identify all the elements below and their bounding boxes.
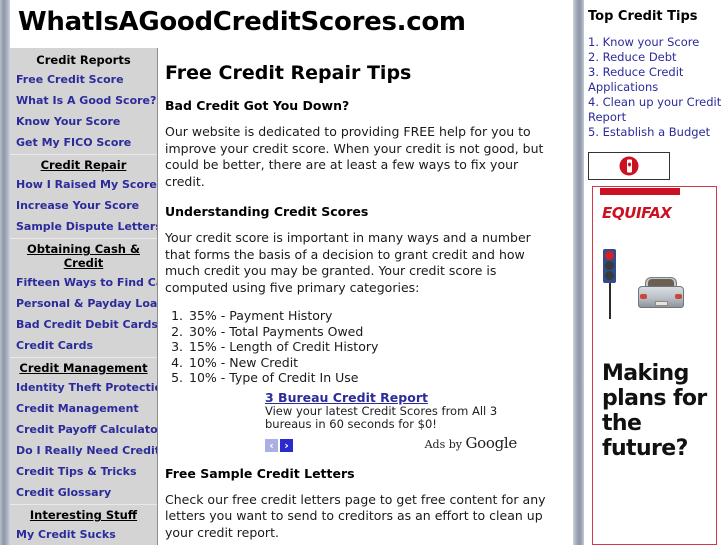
score-factor-item: 35% - Payment History [187, 308, 559, 324]
score-factor-item: 10% - New Credit [187, 355, 559, 371]
sidebar-section-heading-label: Credit Reports [36, 53, 131, 67]
credit-tip-item: 2. Reduce Debt [588, 50, 677, 64]
page-title: Free Credit Repair Tips [165, 62, 412, 84]
sidebar-section-heading: Credit Reports [10, 50, 157, 69]
sidebar-section-heading-label: Credit Repair [40, 158, 127, 172]
rail-title: Top Credit Tips [588, 9, 698, 24]
sidebar-item-sample-dispute-letters[interactable]: Sample Dispute Letters [10, 216, 157, 237]
sidebar-item-know-your-score[interactable]: Know Your Score [10, 111, 157, 132]
traffic-light-pole [609, 283, 611, 319]
credit-tip-item: 3. Reduce Credit Applications [588, 65, 684, 94]
sidebar-item-do-i-really-need-credit[interactable]: Do I Really Need Credit? [10, 440, 157, 461]
ad-description-line-1: View your latest Credit Scores from All … [265, 403, 498, 418]
ads-by-google-prefix: Ads by [424, 437, 466, 451]
banner-headline: Making plans for the future? [602, 361, 707, 461]
ad-prev-arrow-icon[interactable]: ‹ [265, 438, 278, 452]
sidebar-item-credit-management[interactable]: Credit Management [10, 398, 157, 419]
credit-tip-item: 4. Clean up your Credit Report [588, 95, 722, 124]
ad-title-link[interactable]: 3 Bureau Credit Report [265, 390, 507, 405]
left-sidebar: Credit Reports Free Credit Score What Is A… [10, 48, 158, 545]
sidebar-item-what-is-a-good-score[interactable]: What Is A Good Score? [10, 90, 157, 111]
sidebar-item-get-my-fico-score[interactable]: Get My FICO Score [10, 132, 157, 153]
trust-badge-box[interactable] [588, 152, 670, 180]
sidebar-section-heading: Credit Repair [10, 154, 157, 174]
score-factor-item: 30% - Total Payments Owed [187, 324, 559, 340]
sidebar-item-bad-credit-debit-cards[interactable]: Bad Credit Debit Cards [10, 314, 157, 335]
banner-accent-bar [600, 188, 680, 195]
score-factor-item: 10% - Type of Credit In Use [187, 370, 559, 386]
traffic-light-icon [603, 249, 616, 283]
paragraph-understanding: Your credit score is important in many w… [165, 230, 531, 295]
inline-google-ad: 3 Bureau Credit Report View your latest … [257, 390, 517, 454]
sidebar-section-heading: Credit Management [10, 357, 157, 377]
site-title: WhatIsAGoodCreditScores.com [18, 7, 466, 37]
sidebar-item-free-credit-score[interactable]: Free Credit Score [10, 69, 157, 90]
right-frame-strip [573, 0, 584, 545]
equifax-logo: EQUIFAX [602, 204, 672, 222]
ad-description-line-2: bureaus in 60 seconds for $0! [265, 417, 437, 431]
sidebar-section-heading-label: Credit Management [19, 361, 148, 375]
heading-bad-credit: Bad Credit Got You Down? [165, 98, 350, 113]
heading-understanding-credit-scores: Understanding Credit Scores [165, 204, 369, 219]
credit-tip-item: 1. Know your Score [588, 35, 700, 49]
sidebar-item-credit-glossary[interactable]: Credit Glossary [10, 482, 157, 503]
sidebar-item-fifteen-ways-to-find-cash[interactable]: Fifteen Ways to Find Cash [10, 272, 157, 293]
sidebar-item-how-i-raised-my-score[interactable]: How I Raised My Score [10, 174, 157, 195]
site-header: WhatIsAGoodCreditScores.com [10, 0, 573, 48]
car-illustration [638, 277, 684, 310]
sidebar-item-credit-payoff-calculator[interactable]: Credit Payoff Calculator [10, 419, 157, 440]
sidebar-item-credit-tips-tricks[interactable]: Credit Tips & Tricks [10, 461, 157, 482]
main-content: Free Credit Repair Tips Bad Credit Got Y… [159, 48, 573, 545]
sidebar-section-heading: Obtaining Cash & Credit [10, 238, 157, 272]
ad-next-arrow-icon[interactable]: › [280, 438, 293, 452]
score-factors-list: 35% - Payment History30% - Total Payment… [165, 308, 559, 386]
ads-by-google-brand: Google [465, 433, 517, 452]
sidebar-item-my-credit-sucks[interactable]: My Credit Sucks [10, 524, 157, 545]
seal-badge-icon [619, 156, 639, 176]
sidebar-section-heading-label: Interesting Stuff [29, 508, 138, 522]
sidebar-item-increase-your-score[interactable]: Increase Your Score [10, 195, 157, 216]
left-frame-strip [0, 0, 10, 545]
equifax-banner-ad[interactable]: EQUIFAX Making plans for the future? [592, 186, 717, 545]
ad-pagination: ‹ › [265, 435, 295, 454]
sidebar-item-personal-payday-loans[interactable]: Personal & Payday Loans [10, 293, 157, 314]
sidebar-section-heading: Interesting Stuff [10, 504, 157, 524]
top-credit-tips-list: 1. Know your Score 2. Reduce Debt 3. Reduc… [588, 35, 727, 140]
sidebar-item-credit-cards[interactable]: Credit Cards [10, 335, 157, 356]
sidebar-item-identity-theft-protection[interactable]: Identity Theft Protection [10, 377, 157, 398]
score-factor-item: 15% - Length of Credit History [187, 339, 559, 355]
heading-sample-letters: Free Sample Credit Letters [165, 465, 355, 481]
credit-tip-item: 5. Establish a Budget [588, 125, 711, 139]
paragraph-intro: Our website is dedicated to providing FR… [165, 124, 544, 189]
ads-by-google-attribution[interactable]: Ads by Google [424, 433, 518, 452]
sidebar-section-heading-label: Obtaining Cash & Credit [26, 242, 141, 270]
paragraph-sample-letters: Check our free credit letters page to ge… [165, 491, 546, 540]
